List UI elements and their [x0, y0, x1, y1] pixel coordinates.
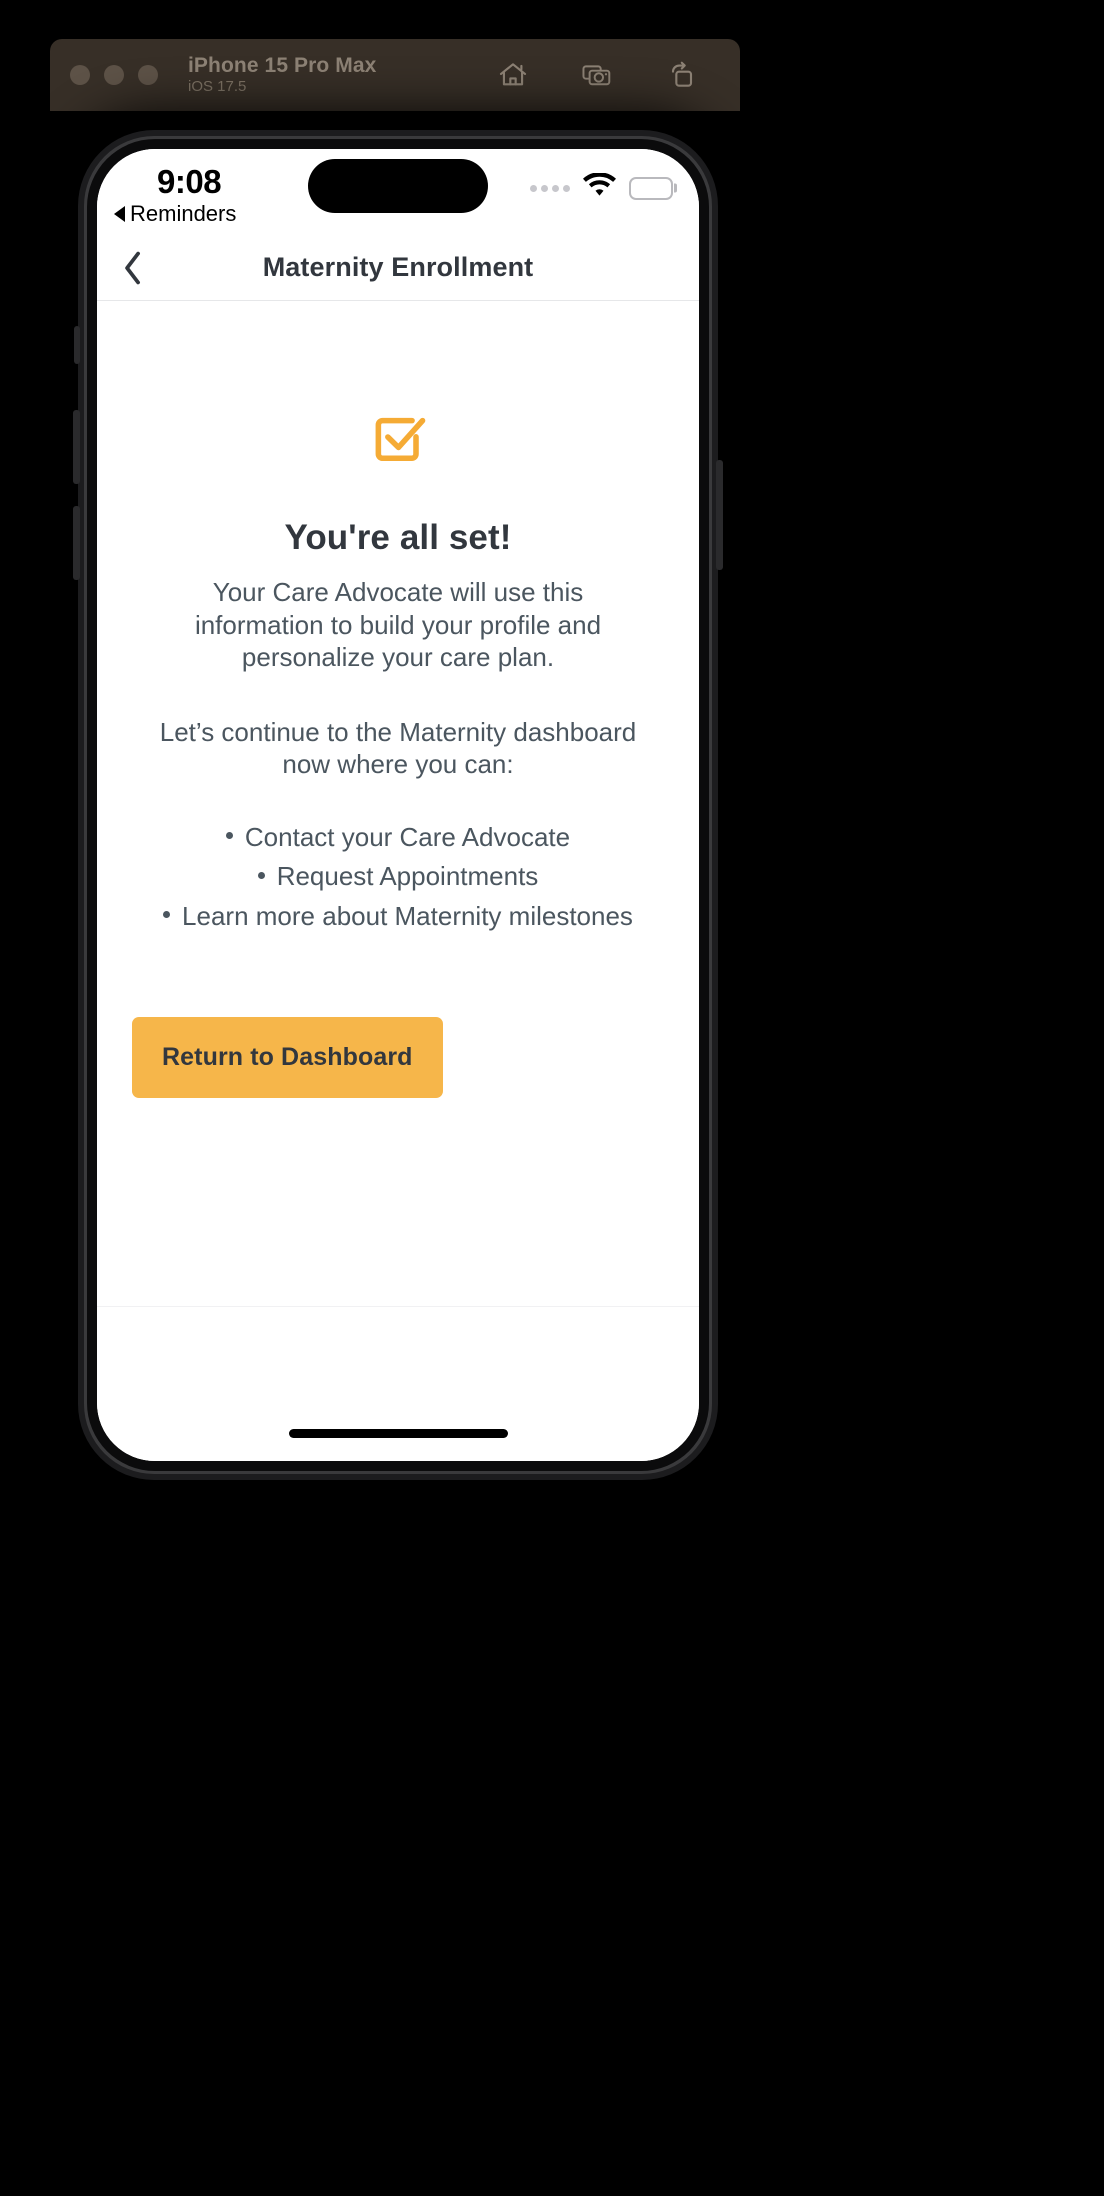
simulator-title-group: iPhone 15 Pro Max iOS 17.5 — [188, 54, 376, 96]
minimize-button[interactable] — [104, 65, 124, 85]
status-back-app-label: Reminders — [130, 201, 237, 226]
simulator-device-name: iPhone 15 Pro Max — [188, 53, 377, 77]
list-item-label: Request Appointments — [276, 861, 539, 891]
bullet-dot-icon — [257, 871, 265, 879]
silent-switch[interactable] — [74, 326, 80, 364]
volume-down-button[interactable] — [73, 506, 80, 580]
rotate-icon[interactable] — [664, 58, 698, 92]
status-back-to-app[interactable]: Reminders — [114, 201, 236, 227]
wifi-icon — [583, 172, 616, 203]
home-indicator-area — [97, 1405, 699, 1461]
status-indicators — [530, 172, 677, 203]
ios-status-bar: 9:08 Reminders — [97, 149, 699, 235]
feature-bullet-list: Contact your Care Advocate Request Appoi… — [118, 821, 678, 940]
simulator-toolbar — [496, 58, 698, 92]
volume-up-button[interactable] — [73, 410, 80, 484]
back-triangle-icon — [114, 206, 125, 222]
bullet-dot-icon — [163, 911, 171, 919]
screenshot-stage: iPhone 15 Pro Max iOS 17.5 9:08 Reminder… — [0, 0, 1104, 2196]
home-icon[interactable] — [496, 58, 530, 92]
cellular-dots-icon — [530, 184, 570, 192]
close-button[interactable] — [70, 65, 90, 85]
iphone-device-frame: 9:08 Reminders Maternity Enrollment You'… — [73, 130, 723, 1480]
list-item-label: Learn more about Maternity milestones — [182, 900, 633, 931]
return-to-dashboard-button[interactable]: Return to Dashboard — [132, 1017, 443, 1098]
battery-icon — [629, 176, 677, 200]
list-item: Contact your Care Advocate — [118, 821, 678, 854]
paragraph-two: Let’s continue to the Maternity dashboar… — [159, 716, 637, 780]
home-indicator[interactable] — [288, 1428, 508, 1438]
dynamic-island — [308, 159, 488, 213]
bottom-divider — [97, 1306, 699, 1307]
zoom-button[interactable] — [138, 65, 158, 85]
device-screen: 9:08 Reminders Maternity Enrollment You'… — [97, 149, 699, 1461]
headline: You're all set! — [284, 518, 512, 557]
status-time: 9:08 — [157, 163, 222, 200]
checkbox-check-icon — [362, 400, 434, 472]
cta-row: Return to Dashboard — [97, 1017, 699, 1098]
main-content: You're all set! Your Care Advocate will … — [97, 301, 699, 1405]
bullet-dot-icon — [225, 832, 233, 840]
list-item: Request Appointments — [118, 860, 678, 893]
simulator-title-bar: iPhone 15 Pro Max iOS 17.5 — [50, 39, 740, 111]
paragraph-one: Your Care Advocate will use this informa… — [194, 577, 602, 672]
screenshot-icon[interactable] — [580, 58, 614, 92]
back-button[interactable] — [111, 246, 155, 290]
simulator-os-version: iOS 17.5 — [188, 78, 247, 96]
power-button[interactable] — [716, 460, 723, 570]
list-item-label: Contact your Care Advocate — [244, 821, 571, 852]
page-title: Maternity Enrollment — [262, 252, 534, 282]
list-item: Learn more about Maternity milestones — [118, 900, 678, 933]
app-nav-bar: Maternity Enrollment — [97, 235, 699, 301]
window-traffic-lights — [70, 65, 158, 85]
